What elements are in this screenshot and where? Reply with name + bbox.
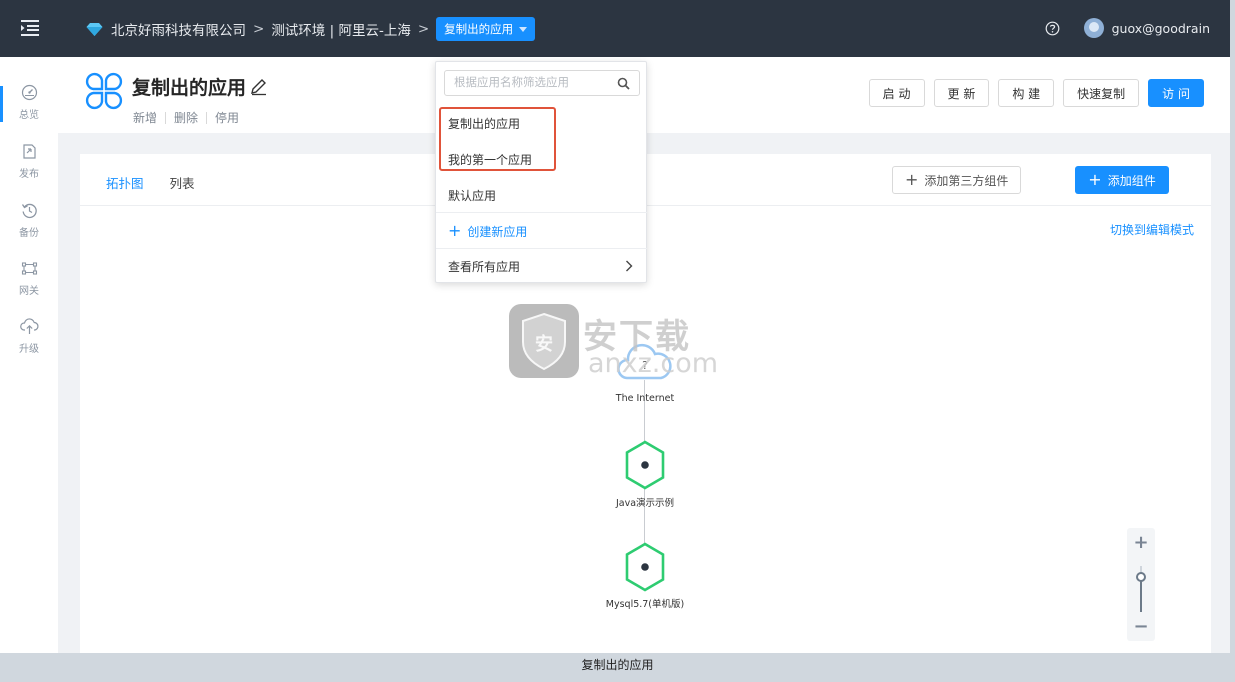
node-label-internet: The Internet [615, 393, 675, 404]
diamond-icon [86, 22, 103, 36]
sidebar-item-label: 备份 [19, 228, 39, 239]
top-nav-bar: 北京好雨科技有限公司 > 测试环境 | 阿里云-上海 > 复制出的应用 guox… [0, 0, 1230, 57]
caret-down-icon [519, 26, 528, 32]
add-link[interactable]: 新增 [133, 109, 157, 126]
app-window: 北京好雨科技有限公司 > 测试环境 | 阿里云-上海 > 复制出的应用 guox… [0, 0, 1230, 653]
add-third-party-button[interactable]: + 添加第三方组件 [892, 166, 1022, 194]
backup-icon [21, 203, 37, 219]
zoom-slider-handle[interactable] [1136, 572, 1146, 582]
update-button[interactable]: 更 新 [933, 79, 990, 107]
create-app-label: 创建新应用 [467, 224, 528, 239]
zoom-in-button[interactable]: + [1127, 532, 1155, 553]
app-logo-icon [85, 72, 123, 110]
java-service-node[interactable] [624, 440, 666, 490]
gateway-icon [21, 262, 37, 275]
plus-icon: + [1088, 170, 1102, 189]
delete-link[interactable]: 删除 [174, 109, 198, 126]
node-label-java: Java演示示例 [615, 498, 675, 509]
create-app-item[interactable]: + 创建新应用 [436, 213, 647, 249]
app-switcher-dropdown[interactable]: 复制出的应用 [436, 17, 536, 41]
zoom-slider-fill [1140, 578, 1142, 612]
sidebar-item-overview[interactable]: 总览 [0, 84, 58, 134]
watermark-subtext: anxz.com [588, 348, 719, 379]
quick-copy-button[interactable]: 快速复制 [1063, 79, 1140, 107]
start-button[interactable]: 启 动 [868, 79, 925, 107]
app-name: 复制出的应用 [132, 77, 247, 99]
breadcrumb-company[interactable]: 北京好雨科技有限公司 [111, 19, 246, 39]
chevron-right-icon [626, 260, 633, 272]
sidebar-item-label: 升级 [19, 344, 39, 355]
sidebar-item-label: 总览 [19, 110, 39, 121]
user-area: guox@goodrain [1045, 18, 1210, 38]
plus-icon: + [905, 170, 919, 189]
breadcrumb-environment[interactable]: 测试环境 | 阿里云-上海 [271, 19, 411, 39]
tab-list[interactable]: 列表 [170, 173, 195, 192]
app-search-box [444, 70, 640, 96]
search-icon[interactable] [617, 77, 630, 90]
tab-topology[interactable]: 拓扑图 [106, 173, 144, 192]
upgrade-icon [19, 318, 39, 334]
topology-edge [644, 380, 645, 442]
sidebar-item-backup[interactable]: 备份 [0, 202, 58, 252]
menu-fold-icon[interactable] [20, 19, 40, 37]
breadcrumb: 北京好雨科技有限公司 > 测试环境 | 阿里云-上海 > 复制出的应用 [86, 17, 536, 41]
view-all-apps-label: 查看所有应用 [448, 259, 521, 274]
disable-link[interactable]: 停用 [215, 109, 239, 126]
switch-edit-mode-link[interactable]: 切换到编辑模式 [1110, 221, 1194, 238]
sidebar-item-upgrade[interactable]: 升级 [0, 318, 58, 368]
dashboard-icon [21, 84, 37, 101]
avatar[interactable] [1083, 18, 1104, 38]
app-switcher-menu: 复制出的应用 我的第一个应用 默认应用 + 创建新应用 查看所有应用 [435, 61, 647, 283]
highlight-box [439, 107, 556, 171]
plus-icon: + [448, 221, 462, 240]
app-action-links: 新增 删除 停用 [133, 109, 239, 126]
divider [165, 111, 167, 124]
edit-pencil-icon[interactable] [249, 77, 268, 96]
sidebar-item-publish[interactable]: 发布 [0, 143, 58, 193]
view-tabs: 拓扑图 列表 [106, 173, 221, 192]
help-icon[interactable] [1045, 21, 1060, 36]
sidebar: 总览 发布 备份 网关 升级 [0, 57, 58, 653]
zoom-out-button[interactable]: − [1127, 616, 1155, 637]
add-component-button[interactable]: + 添加组件 [1075, 166, 1169, 194]
breadcrumb-separator: > [417, 21, 430, 37]
svg-text:安: 安 [535, 333, 553, 355]
app-toolbar: 启 动 更 新 构 建 快速复制 访 问 [860, 79, 1204, 107]
app-switcher-label: 复制出的应用 [444, 22, 514, 36]
view-all-apps-item[interactable]: 查看所有应用 [436, 248, 647, 284]
username[interactable]: guox@goodrain [1112, 21, 1210, 36]
menu-item-app[interactable]: 默认应用 [436, 177, 647, 213]
publish-icon [22, 144, 36, 159]
build-button[interactable]: 构 建 [998, 79, 1055, 107]
mysql-service-node[interactable] [624, 542, 666, 592]
visit-button[interactable]: 访 问 [1148, 79, 1204, 107]
zoom-control: + − [1127, 528, 1155, 641]
breadcrumb-separator: > [253, 21, 265, 37]
sidebar-item-gateway[interactable]: 网关 [0, 260, 58, 310]
add-component-label: 添加组件 [1107, 173, 1156, 188]
add-third-party-label: 添加第三方组件 [924, 173, 1009, 188]
sidebar-item-label: 网关 [19, 286, 39, 297]
divider [206, 111, 208, 124]
image-caption: 复制出的应用 [581, 658, 654, 672]
node-label-mysql: Mysql5.7(单机版) [605, 599, 685, 610]
page-title: 复制出的应用 [132, 73, 268, 100]
app-search-input[interactable] [454, 75, 614, 89]
sidebar-item-label: 发布 [19, 169, 39, 180]
